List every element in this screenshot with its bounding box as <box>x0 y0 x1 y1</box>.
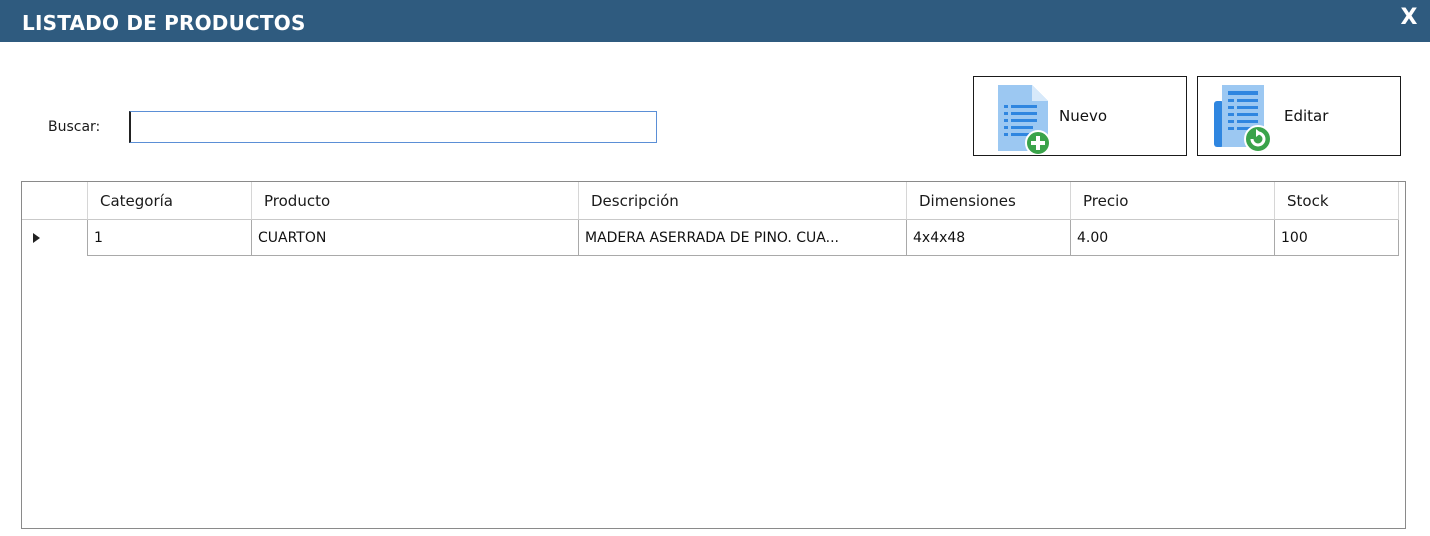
column-header-stock[interactable]: Stock <box>1275 182 1399 220</box>
row-header-corner <box>22 182 88 220</box>
current-row-arrow-icon <box>33 233 40 243</box>
products-grid[interactable]: Categoría Producto Descripción Dimension… <box>21 181 1406 529</box>
new-button[interactable]: Nuevo <box>973 76 1187 156</box>
column-header-precio[interactable]: Precio <box>1071 182 1275 220</box>
window-title: LISTADO DE PRODUCTOS <box>22 11 306 35</box>
column-header-descripcion[interactable]: Descripción <box>579 182 907 220</box>
title-bar: LISTADO DE PRODUCTOS X <box>0 0 1430 42</box>
column-header-categoria[interactable]: Categoría <box>88 182 252 220</box>
row-selector[interactable] <box>22 220 88 256</box>
edit-button-label: Editar <box>1284 107 1329 125</box>
table-row[interactable]: 1 CUARTON MADERA ASERRADA DE PINO. CUA..… <box>22 220 1405 256</box>
column-header-producto[interactable]: Producto <box>252 182 579 220</box>
document-add-icon <box>998 85 1051 155</box>
search-input[interactable] <box>129 111 657 143</box>
close-button[interactable]: X <box>1398 5 1420 30</box>
cell-categoria[interactable]: 1 <box>88 220 252 256</box>
cell-dimensiones[interactable]: 4x4x48 <box>907 220 1071 256</box>
column-header-dimensiones[interactable]: Dimensiones <box>907 182 1071 220</box>
cell-precio[interactable]: 4.00 <box>1071 220 1275 256</box>
edit-button[interactable]: Editar <box>1197 76 1401 156</box>
search-label: Buscar: <box>48 119 101 135</box>
new-button-label: Nuevo <box>1059 107 1108 125</box>
cell-producto[interactable]: CUARTON <box>252 220 579 256</box>
grid-header: Categoría Producto Descripción Dimension… <box>22 182 1405 220</box>
cell-stock[interactable]: 100 <box>1275 220 1399 256</box>
document-refresh-icon <box>1214 85 1272 153</box>
cell-descripcion[interactable]: MADERA ASERRADA DE PINO. CUA... <box>579 220 907 256</box>
